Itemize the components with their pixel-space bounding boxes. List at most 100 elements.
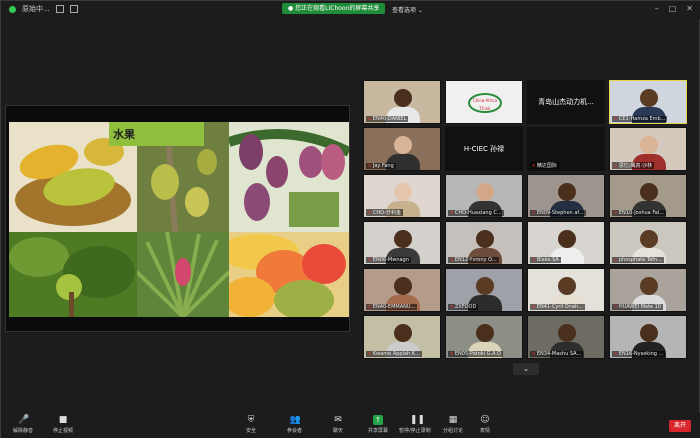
pause-icon: ❚❚ [409, 415, 425, 425]
participant-face [558, 183, 576, 201]
participant-tile[interactable]: ⦸ Jay Fang [363, 127, 441, 171]
participant-tile[interactable]: ⦸ CHO-Huaxiang C... [445, 174, 523, 218]
participant-name-text: CHO-Huaxiang C... [454, 210, 502, 216]
breakout-rooms-button[interactable]: ▦ 分组讨论 [443, 415, 463, 434]
participant-tile[interactable]: ⦸ CE1-Hamza Emb... [609, 80, 687, 124]
stop-video-button[interactable]: ■ 停止视频 [53, 415, 73, 434]
meeting-window: 原始中... ● 您正在观看LIChoon的屏幕共享 查看选项 ⌄ – □ ✕ … [0, 0, 700, 438]
record-button[interactable]: ❚❚ 暂停/停止录制 [399, 415, 431, 434]
participant-name-text: HUAWEI Mate 10 [618, 304, 661, 310]
participant-tile[interactable]: 青岛山杰动力机... [527, 80, 605, 124]
participant-name-text: EN06-Mwnagn [372, 257, 409, 263]
participant-tile[interactable]: ⦸ EN06-Mwnagn [363, 221, 441, 265]
record-icon[interactable] [69, 5, 78, 13]
reactions-button[interactable]: ☺ 表情 [480, 415, 490, 434]
participant-name-text: EN05-Patoki G.A.O [454, 351, 501, 357]
participant-name: ⦸ EN10-Joshua Fal... [612, 210, 666, 216]
participant-name: ⦸ EN16-Nyasking ... [612, 351, 666, 357]
participant-name: ⦸ Blake SA [530, 257, 561, 263]
participant-display-name: H-CIEC 孙禄 [463, 145, 505, 153]
participant-tile[interactable]: ⦸ Kwame Appiah K... [363, 315, 441, 359]
participant-face [394, 183, 412, 201]
share-banner: ● 您正在观看LIChoon的屏幕共享 [282, 3, 386, 14]
participant-tile[interactable]: ⦸ 思忆/鹰真·沙林 [609, 127, 687, 171]
participant-tile[interactable]: H-CIEC 孙禄 [445, 127, 523, 171]
participant-tile[interactable]: ⦸ EN41-Cyril Onah... [527, 268, 605, 312]
participant-name: ⦸ CHO-舒莉金 [366, 209, 403, 216]
meeting-toolbar: 🎤 解除静音 ■ 停止视频 ⛨ 安全 👥 参会者 ✉ 聊天 ↑ 共享屏幕 ❚❚ 暂停/停止录制 ▦ 分组讨论 ☺… [1, 413, 700, 438]
participant-tile[interactable]: ⦸ EN10-Joshua Fal... [609, 174, 687, 218]
participant-display-name: 青岛山杰动力机... [538, 98, 594, 106]
participant-name: ⦸ EN05-Patoki G.A.O [448, 351, 503, 357]
participant-tile[interactable]: ⦸ EN09-Stephen af... [527, 174, 605, 218]
slide-content: 水果 [9, 122, 349, 317]
smile-icon: ☺ [480, 415, 490, 425]
toolbar-label: 停止视频 [53, 428, 74, 434]
participant-name-text: EN09-Stephen af... [536, 210, 584, 216]
participant-face [394, 324, 412, 342]
participant-name: ⦸ ZXFOOD [448, 304, 479, 310]
participant-name-text: Blake SA [536, 257, 559, 263]
toolbar-label: 解除静音 [13, 428, 34, 434]
participant-name-text: CHO-舒莉金 [372, 210, 401, 216]
participant-name: ⦸ Kwame Appiah K... [366, 351, 422, 357]
grid-view-icon[interactable] [55, 5, 64, 13]
participant-name-text: ZXFOOD [454, 304, 477, 310]
participant-tile[interactable]: ⦸ Blake SA [527, 221, 605, 265]
participant-tile[interactable]: ⦸ EN16-Nyasking ... [609, 315, 687, 359]
toolbar-label: 参会者 [287, 428, 303, 434]
participant-face [394, 136, 412, 154]
participant-name-text: Jay Fang [372, 163, 394, 169]
participant-name: ⦸ EN34-Mashu SA... [530, 351, 584, 357]
participant-tile[interactable]: ⦸ EN34-Mashu SA... [527, 315, 605, 359]
chevron-down-icon[interactable]: ⌄ [513, 363, 539, 375]
participant-tile[interactable]: ⦸ 精达国际 [527, 127, 605, 171]
chat-button[interactable]: ✉ 聊天 [333, 415, 343, 434]
participant-tile[interactable]: ⦸ EN12-Yvrony O... [445, 221, 523, 265]
minimize-button[interactable]: – [655, 4, 659, 13]
participant-name: ⦸ phosphate Tefn... [612, 257, 664, 263]
app-indicator: 原始中... [9, 4, 78, 14]
app-label: 原始中... [22, 5, 50, 13]
participant-tile[interactable]: ⦸ EN40-EMMANU... [363, 268, 441, 312]
unmute-button[interactable]: 🎤 解除静音 [13, 415, 33, 434]
share-screen-button[interactable]: ↑ 共享屏幕 [368, 415, 388, 434]
participant-face [558, 324, 576, 342]
participant-tile[interactable]: ⦸ HUAWEI Mate 10 [609, 268, 687, 312]
participant-name-text: EN12-Yvrony O... [454, 257, 497, 263]
leave-button[interactable]: 离开 [669, 420, 691, 432]
grid-icon: ▦ [448, 415, 458, 425]
participant-tile[interactable]: ⦸ EN05-Patoki G.A.O [445, 315, 523, 359]
participant-face [558, 230, 576, 248]
participant-face [640, 136, 658, 154]
security-button[interactable]: ⛨ 安全 [246, 415, 256, 434]
participant-tile[interactable]: ⦸ EN40-DANIEL [363, 80, 441, 124]
participant-tile[interactable]: ⦸ phosphate Tefn... [609, 221, 687, 265]
participant-name-text: 思忆/鹰真·沙林 [618, 163, 653, 169]
toolbar-label: 共享屏幕 [368, 428, 389, 434]
view-options-button[interactable]: 查看选项 ⌄ [392, 5, 423, 14]
participant-name-text: EN41-Cyril Onah... [536, 304, 583, 310]
toolbar-label: 表情 [480, 428, 491, 434]
participants-button[interactable]: 👥 参会者 [287, 415, 302, 434]
maximize-button[interactable]: □ [669, 4, 677, 13]
participant-tile[interactable]: China-Africa Think [445, 80, 523, 124]
share-icon: ↑ [373, 415, 383, 425]
participant-tile[interactable]: ⦸ ZXFOOD [445, 268, 523, 312]
close-button[interactable]: ✕ [686, 4, 693, 13]
shield-icon: ⛨ [247, 415, 255, 425]
participant-tile[interactable]: ⦸ CHO-舒莉金 [363, 174, 441, 218]
shared-screen: 水果 [5, 105, 350, 332]
chat-icon: ✉ [334, 415, 342, 425]
participant-name-text: EN40-DANIEL [372, 116, 407, 122]
participant-face [476, 230, 494, 248]
toolbar-label: 安全 [246, 428, 257, 434]
participant-name: ⦸ EN40-DANIEL [366, 116, 409, 122]
participant-name-text: EN34-Mashu SA... [536, 351, 582, 357]
participant-name-text: Kwame Appiah K... [372, 351, 420, 357]
participant-name-text: EN40-EMMANU... [372, 304, 416, 310]
users-icon: 👥 [289, 415, 301, 425]
participant-face [558, 277, 576, 295]
participant-name: ⦸ HUAWEI Mate 10 [612, 304, 663, 310]
participant-name: ⦸ EN41-Cyril Onah... [530, 304, 585, 310]
